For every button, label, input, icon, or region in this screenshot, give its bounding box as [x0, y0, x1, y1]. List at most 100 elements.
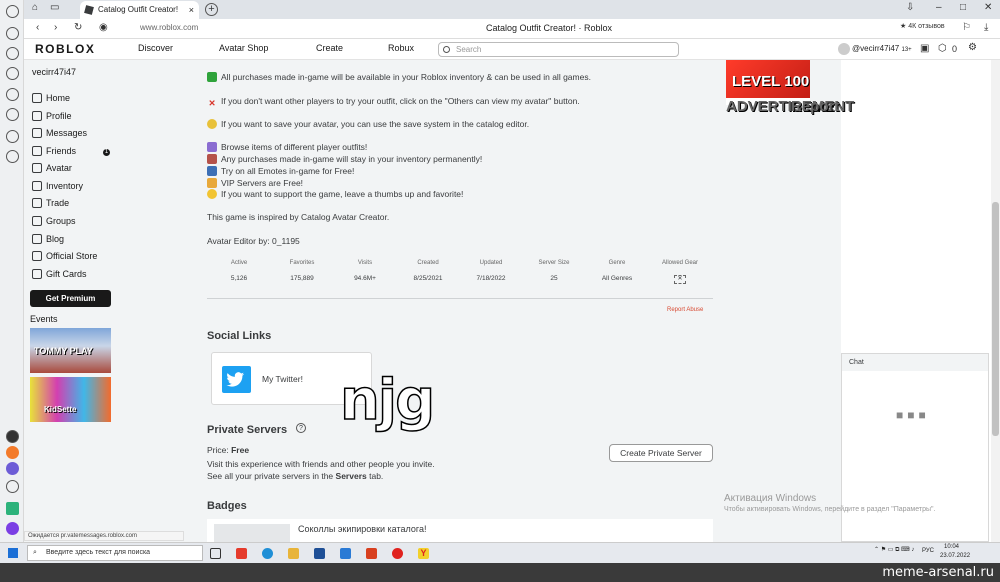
sidebar-username[interactable]: vecirr47i47: [32, 67, 76, 77]
nav-discover[interactable]: Discover: [138, 43, 173, 53]
download-icon[interactable]: [6, 130, 19, 143]
age-label: 13+: [901, 47, 912, 54]
clock-time[interactable]: 10:04: [944, 544, 959, 550]
forward-icon[interactable]: ›: [54, 22, 57, 33]
ad-report-link[interactable]: Report: [791, 98, 839, 115]
office-icon[interactable]: [366, 548, 377, 559]
sidebar-item-blog[interactable]: Blog: [32, 234, 64, 244]
download-icon[interactable]: ⤓: [984, 22, 988, 33]
notifications-icon[interactable]: ▣: [920, 43, 929, 54]
event-banner-kidsette[interactable]: KidSette: [30, 377, 111, 422]
checkmark-icon: [207, 72, 217, 82]
stat-header-allowed-gear: Allowed Gear: [661, 260, 699, 266]
store-icon: [32, 251, 42, 261]
home-icon[interactable]: ⌂: [32, 2, 38, 13]
language-indicator[interactable]: РУС: [922, 548, 934, 554]
url-field[interactable]: www.roblox.com: [140, 23, 198, 32]
report-abuse-link[interactable]: Report Abuse: [667, 307, 703, 313]
add-icon[interactable]: [6, 480, 19, 493]
get-premium-button[interactable]: Get Premium: [30, 290, 111, 307]
page-scrollbar[interactable]: [991, 60, 1000, 542]
mail-icon[interactable]: [340, 548, 351, 559]
close-tab-icon[interactable]: ×: [189, 1, 194, 19]
scrollbar-thumb[interactable]: [992, 202, 999, 436]
folder-icon[interactable]: ▭: [50, 2, 59, 13]
sidebar-item-avatar[interactable]: Avatar: [32, 163, 72, 173]
nav-avatar-shop[interactable]: Avatar Shop: [219, 43, 268, 53]
sidebar-item-official-store[interactable]: Official Store: [32, 251, 97, 261]
pin-icon[interactable]: ⇩: [906, 2, 914, 13]
twitter-link-label: My Twitter!: [262, 374, 303, 384]
store-icon[interactable]: [314, 548, 325, 559]
windows-start-icon[interactable]: [8, 548, 18, 558]
back-icon[interactable]: ‹: [36, 22, 39, 33]
desc-post: tab.: [369, 471, 384, 481]
events-heading: Events: [30, 314, 58, 324]
nav-robux[interactable]: Robux: [388, 43, 414, 53]
voice-icon[interactable]: [6, 522, 19, 535]
event-banner-tommy[interactable]: TOMMY PLAY: [30, 328, 111, 373]
assistant-icon[interactable]: [6, 430, 19, 443]
nav-create[interactable]: Create: [316, 43, 343, 53]
desc-text: Browse items of different player outfits…: [221, 142, 368, 152]
sidebar-item-messages[interactable]: Messages: [32, 128, 87, 138]
collections-icon[interactable]: [6, 88, 19, 101]
maximize-button[interactable]: □: [960, 2, 966, 13]
badge-item[interactable]: Соколлы экипировки каталога!: [207, 519, 713, 542]
sidebar-item-groups[interactable]: Groups: [32, 216, 76, 226]
play-icon[interactable]: [6, 108, 19, 121]
taskbar-search[interactable]: ⌕ Введите здесь текст для поиска: [27, 545, 203, 561]
desc-pre: See all your private servers in the: [207, 471, 334, 481]
protect-icon[interactable]: ◉: [99, 22, 108, 33]
stat-header-server-size: Server Size: [538, 260, 570, 266]
stat-value-updated: 7/18/2022: [476, 275, 506, 282]
yandex-browser-icon[interactable]: Y: [418, 548, 429, 559]
history-icon[interactable]: [6, 47, 19, 60]
robux-icon[interactable]: ⬡: [938, 43, 947, 54]
tray-icons[interactable]: ⌃ ⚑ ▭ ⧉ ⌨ ♪: [874, 546, 914, 554]
bookmark-icon[interactable]: ⚐: [962, 22, 971, 33]
star-icon[interactable]: [6, 67, 19, 80]
search-input[interactable]: Search: [438, 42, 679, 57]
servers-tab-link[interactable]: Servers: [336, 471, 367, 481]
stat-value-favorites: 175,889: [290, 275, 314, 282]
minimize-button[interactable]: –: [936, 2, 942, 13]
alice-icon[interactable]: [6, 462, 19, 475]
star-icon: [207, 178, 217, 188]
sidebar-item-profile[interactable]: Profile: [32, 111, 72, 121]
opera-icon[interactable]: [392, 548, 403, 559]
sidebar-item-friends[interactable]: Friends: [32, 146, 76, 156]
avatar-icon[interactable]: [6, 5, 19, 18]
sidebar-item-label: Friends: [46, 146, 77, 156]
close-window-button[interactable]: ✕: [984, 2, 992, 13]
play-store-icon[interactable]: [6, 502, 19, 515]
task-view-icon[interactable]: [210, 548, 221, 559]
footer-strip: meme-arsenal.ru: [0, 563, 1000, 582]
reviews-badge[interactable]: ★ 4К отзывов: [900, 22, 945, 30]
user-menu[interactable]: @vecirr47i47 13+: [838, 43, 912, 55]
advertisement[interactable]: LEVEL 100 ADVERTISEMENT Report: [726, 60, 854, 115]
settings-icon[interactable]: ⚙: [968, 42, 977, 53]
fox-icon[interactable]: [6, 446, 19, 459]
sidebar-item-gift-cards[interactable]: Gift Cards: [32, 269, 87, 279]
explorer-icon[interactable]: [288, 548, 299, 559]
desc-text: All purchases made in-game will be avail…: [221, 72, 591, 82]
yandex-icon[interactable]: [236, 548, 247, 559]
browser-tab-active[interactable]: Catalog Outfit Creator! ×: [80, 1, 199, 19]
sidebar-item-trade[interactable]: Trade: [32, 198, 69, 208]
bell-icon[interactable]: [6, 27, 19, 40]
help-icon[interactable]: ?: [296, 423, 306, 433]
sidebar-item-inventory[interactable]: Inventory: [32, 181, 83, 191]
sidebar-item-home[interactable]: Home: [32, 93, 70, 103]
chat-title[interactable]: Chat: [842, 354, 988, 371]
reload-icon[interactable]: ↻: [74, 22, 82, 33]
gear-icon[interactable]: ✕: [674, 275, 686, 284]
apps-icon[interactable]: [6, 150, 19, 163]
clock-date[interactable]: 23.07.2022: [940, 553, 970, 559]
roblox-logo[interactable]: ROBLOX: [35, 42, 95, 56]
stat-value-server-size: 25: [550, 275, 558, 282]
new-tab-button[interactable]: +: [205, 3, 218, 16]
edge-icon[interactable]: [262, 548, 273, 559]
chat-panel[interactable]: Chat ■■■: [841, 353, 989, 542]
create-private-server-button[interactable]: Create Private Server: [609, 444, 713, 462]
